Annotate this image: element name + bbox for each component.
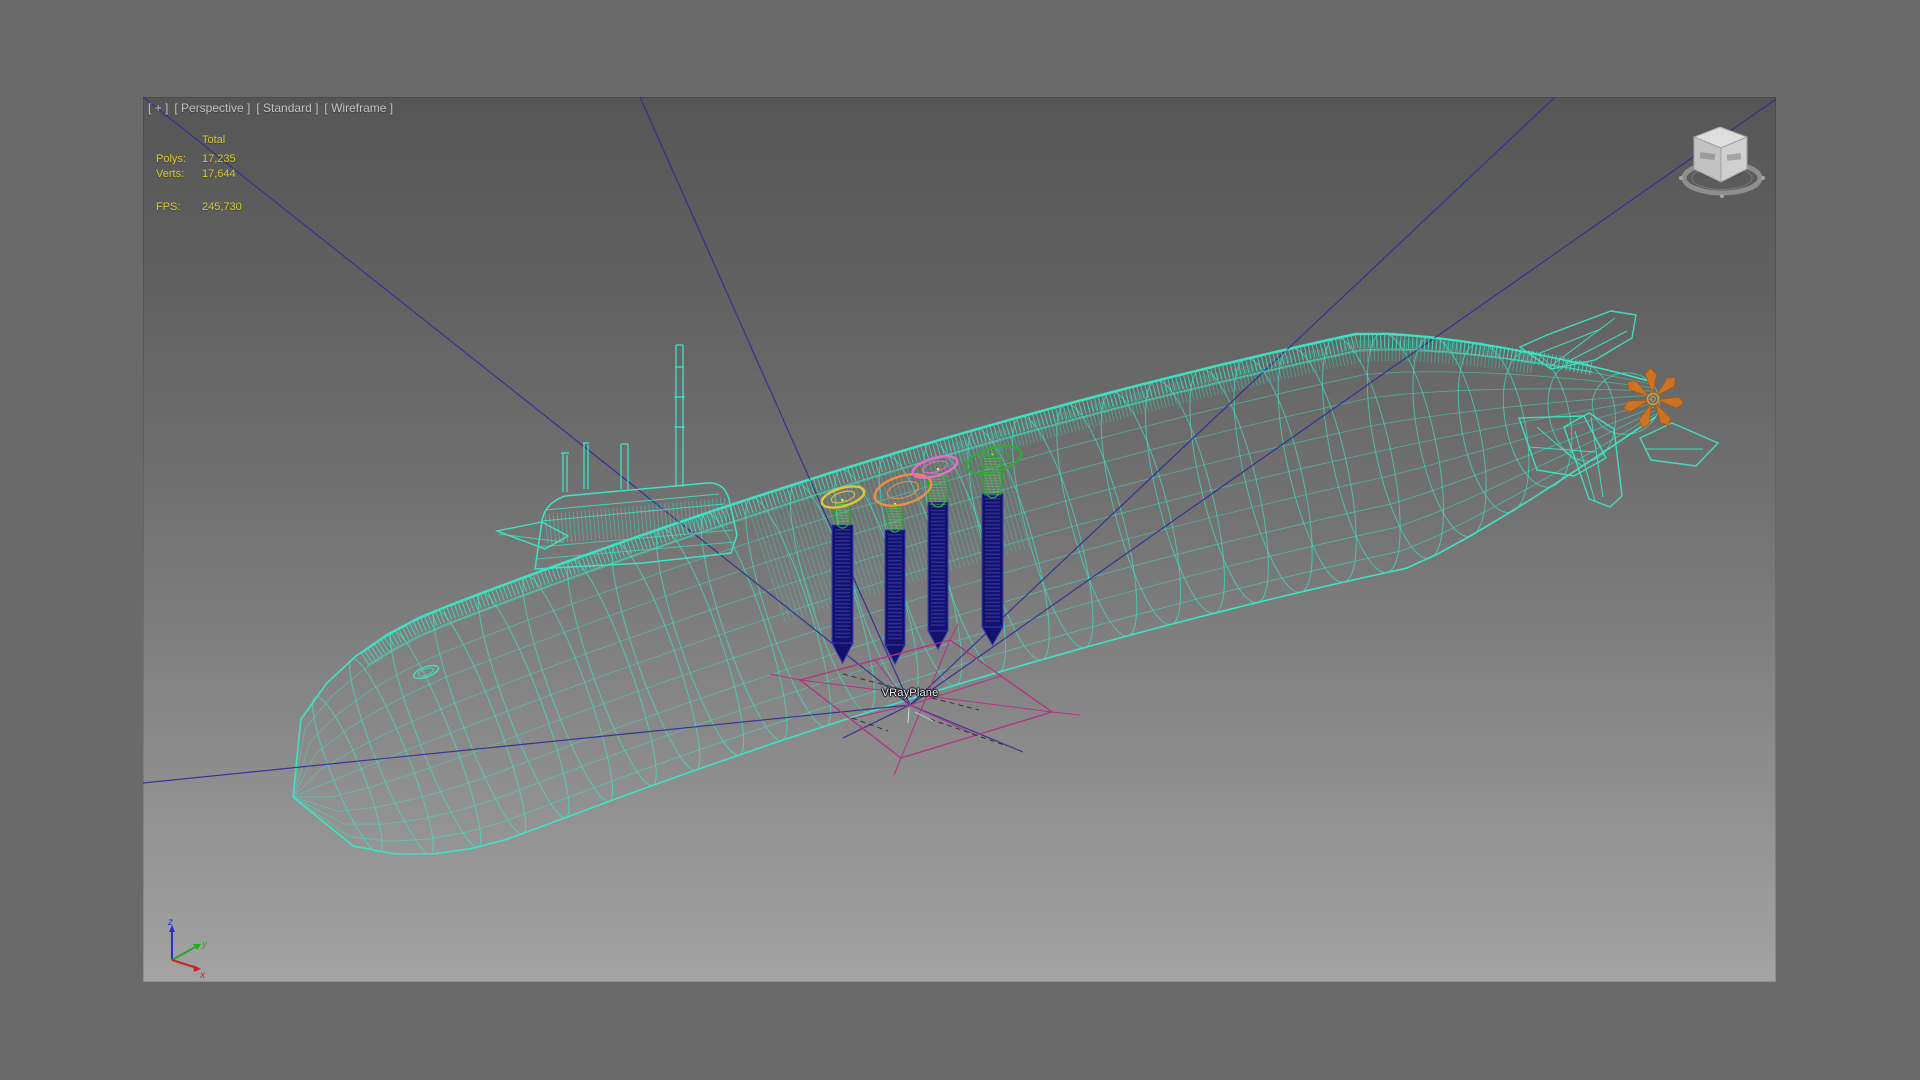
viewport-menu-shading[interactable]: [ Wireframe ] [324,101,393,115]
viewport-label: [ + ] [ Perspective ] [ Standard ] [ Wir… [148,101,393,115]
viewport-menu-general[interactable]: [ + ] [148,101,168,115]
stats-fps-value: 245,730 [202,201,242,213]
perspective-viewport[interactable]: z y x [ + ] [ Perspective ] [ Standard ] [… [143,97,1776,982]
stats-verts-value: 17,644 [202,168,236,180]
missile[interactable] [884,502,906,666]
svg-text:y: y [201,939,208,950]
stats-polys-value: 17,235 [202,153,236,165]
stats-polys-label: Polys: [156,153,186,165]
submarine-wireframe[interactable] [292,327,1664,860]
statistics-overlay: Total Polys: 17,235 Verts: 17,644 FPS: 2… [156,133,242,215]
axis-tripod: z y x [167,917,208,981]
missile[interactable] [981,452,1004,646]
missile[interactable] [927,467,949,651]
stats-verts-label: Verts: [156,168,185,180]
deck-casing [360,333,1593,667]
missile[interactable] [831,498,854,665]
stats-polys-row: Polys: 17,235 [156,152,242,167]
desktop-frame: { "window": { "viewport_label": { "plus"… [0,0,1920,1080]
viewcube[interactable] [1679,126,1765,198]
scene-canvas: z y x [143,97,1776,981]
stats-total-header: Total [202,134,226,146]
vrayplane-label[interactable]: VRayPlane [882,687,939,699]
svg-text:z: z [167,917,173,928]
viewport-menu-pov[interactable]: [ Perspective ] [174,101,250,115]
stats-fps-label: FPS: [156,201,181,213]
stats-fps-row: FPS: 245,730 [156,200,242,215]
sail-conning-tower [494,344,738,570]
stern-fins [1518,310,1720,508]
svg-text:x: x [199,970,206,981]
viewport-menu-renderer[interactable]: [ Standard ] [256,101,318,115]
stats-verts-row: Verts: 17,644 [156,167,242,182]
vrayplane-gizmo[interactable] [769,623,1081,776]
